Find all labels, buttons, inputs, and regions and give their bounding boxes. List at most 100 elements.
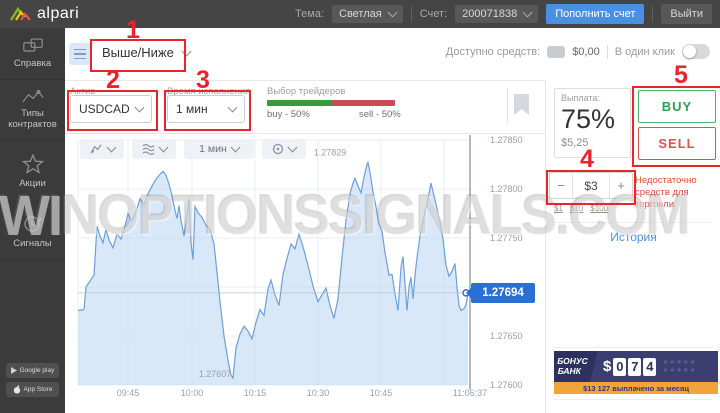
svg-text:1.27600: 1.27600 xyxy=(490,380,523,390)
chart-type-button[interactable] xyxy=(80,139,124,159)
toggle-knob xyxy=(683,45,696,58)
chevron-down-icon xyxy=(228,103,238,113)
quick-amount-1[interactable]: $1 xyxy=(554,204,563,213)
chart-settings-button[interactable] xyxy=(262,139,306,159)
instrument-header: Выше/Ниже Доступно средств: $0,00 В один… xyxy=(65,28,720,81)
divider xyxy=(607,45,608,59)
asset-select[interactable]: USDCAD xyxy=(70,95,152,123)
instrument-type-select[interactable]: Выше/Ниже xyxy=(102,45,190,60)
svg-text:10:30: 10:30 xyxy=(307,388,330,398)
apple-icon xyxy=(13,385,21,394)
divider xyxy=(554,347,712,348)
svg-text:09:45: 09:45 xyxy=(117,388,140,398)
sidebar-item-promotions[interactable]: Акции xyxy=(0,141,65,203)
currency-sign: $ xyxy=(603,358,611,375)
timeframe-value: 1 мин xyxy=(199,143,227,155)
bonus-digit: 7 xyxy=(628,358,641,376)
current-price-tag: 1.27694 xyxy=(471,283,535,303)
brand-name: alpari xyxy=(37,5,79,23)
svg-text:10:45: 10:45 xyxy=(370,388,393,398)
divider xyxy=(554,222,712,223)
instrument-type-value: Выше/Ниже xyxy=(102,45,174,60)
account-select[interactable]: 200071838 xyxy=(455,5,538,23)
stake-value: $3 xyxy=(573,173,609,198)
payout-label: Выплата: xyxy=(561,93,624,103)
svg-text:1.27750: 1.27750 xyxy=(490,233,523,243)
logout-button[interactable]: Выйти xyxy=(661,4,712,24)
funds-label: Доступно средств: xyxy=(446,46,540,58)
deposit-button[interactable]: Пополнить счет xyxy=(546,4,644,24)
quick-amount-10[interactable]: $10 xyxy=(570,204,583,213)
bonus-bank-label: БОНУС БАНК xyxy=(554,351,598,382)
sidebar-item-label: Типы контрактов xyxy=(2,109,63,131)
history-link[interactable]: История xyxy=(546,230,720,244)
topbar: alpari Тема: Светлая Счет: 200071838 Поп… xyxy=(0,0,720,28)
bank-word: БАНК xyxy=(558,367,581,376)
chevron-down-icon xyxy=(230,143,240,153)
timeframe-button[interactable]: 1 мин xyxy=(184,139,254,159)
one-click-label: В один клик xyxy=(615,46,675,58)
waves-icon xyxy=(142,143,155,155)
price-chart[interactable]: 1.278501.278001.277501.276501.2760009:45… xyxy=(65,133,545,400)
chart-canvas[interactable]: 1.278501.278001.277501.276501.2760009:45… xyxy=(65,133,545,400)
main-content: Выше/Ниже Доступно средств: $0,00 В один… xyxy=(65,28,720,413)
bookmark-icon[interactable] xyxy=(514,94,529,115)
theme-label: Тема: xyxy=(295,8,324,20)
account-label: Счет: xyxy=(420,8,447,20)
menu-button[interactable] xyxy=(69,43,91,65)
payout-percent: 75% xyxy=(561,104,624,135)
indicators-button[interactable] xyxy=(132,139,176,159)
bonus-banner-footer: $13 127 выплачено за месяц xyxy=(554,382,718,394)
bonus-digit: 4 xyxy=(643,358,656,376)
clock-signal-icon xyxy=(23,214,43,234)
quick-amount-100[interactable]: $100 xyxy=(590,204,608,213)
gear-icon xyxy=(272,143,284,155)
payout-amount: $5,25 xyxy=(561,137,624,149)
help-icon xyxy=(22,37,44,54)
funds-area: Доступно средств: $0,00 В один клик xyxy=(446,44,710,59)
sidebar-item-label: Сигналы xyxy=(13,239,52,250)
topbar-right: Тема: Светлая Счет: 200071838 Пополнить … xyxy=(295,4,712,24)
play-icon xyxy=(11,367,17,374)
expiry-select[interactable]: 1 мин xyxy=(167,95,245,123)
svg-text:1.27800: 1.27800 xyxy=(490,184,523,194)
sidebar-item-help[interactable]: Справка xyxy=(0,28,65,80)
traders-choice-label: Выбор трейдеров xyxy=(267,86,345,97)
sell-share-bar xyxy=(331,100,395,106)
sell-button[interactable]: SELL xyxy=(638,127,716,160)
svg-text:1.27607: 1.27607 xyxy=(199,369,232,379)
stake-increase-button[interactable]: + xyxy=(609,173,632,198)
chart-line-icon xyxy=(21,90,45,104)
google-play-badge[interactable]: Google play xyxy=(6,363,59,378)
chevron-down-icon xyxy=(387,8,397,18)
bonus-banner[interactable]: БОНУС БАНК $ 0 7 4 ★★★★★★★★★★ $13 127 вы… xyxy=(554,351,718,394)
sidebar-item-label: Акции xyxy=(19,179,46,190)
chevron-down-icon xyxy=(106,143,116,153)
app-store-label: App Store xyxy=(24,386,53,393)
stake-decrease-button[interactable]: − xyxy=(550,173,573,198)
buy-button[interactable]: BUY xyxy=(638,90,716,123)
star-icon xyxy=(22,154,44,174)
svg-text:11:06:37: 11:06:37 xyxy=(453,388,487,398)
expiry-value: 1 мин xyxy=(176,102,208,116)
line-chart-icon xyxy=(90,143,103,155)
sidebar-item-contract-types[interactable]: Типы контрактов xyxy=(0,80,65,141)
stake-stepper: − $3 + xyxy=(549,172,633,199)
google-play-label: Google play xyxy=(20,367,55,374)
insufficient-funds-warning: Недостаточно средств для торговли xyxy=(635,175,717,211)
divider xyxy=(652,6,653,22)
theme-select[interactable]: Светлая xyxy=(332,5,403,23)
trading-app: alpari Тема: Светлая Счет: 200071838 Поп… xyxy=(0,0,720,413)
theme-value: Светлая xyxy=(339,8,382,20)
money-badge-icon xyxy=(547,46,565,58)
funds-value: $0,00 xyxy=(572,46,600,58)
alpari-logo[interactable]: alpari xyxy=(10,5,79,23)
buy-share-label: buy - 50% xyxy=(267,109,310,120)
one-click-toggle[interactable] xyxy=(682,44,710,59)
svg-text:10:00: 10:00 xyxy=(181,388,204,398)
app-store-badge[interactable]: App Store xyxy=(6,382,59,397)
divider xyxy=(411,6,412,22)
sidebar-item-signals[interactable]: Сигналы xyxy=(0,203,65,261)
chevron-down-icon xyxy=(523,8,533,18)
svg-text:10:15: 10:15 xyxy=(244,388,267,398)
